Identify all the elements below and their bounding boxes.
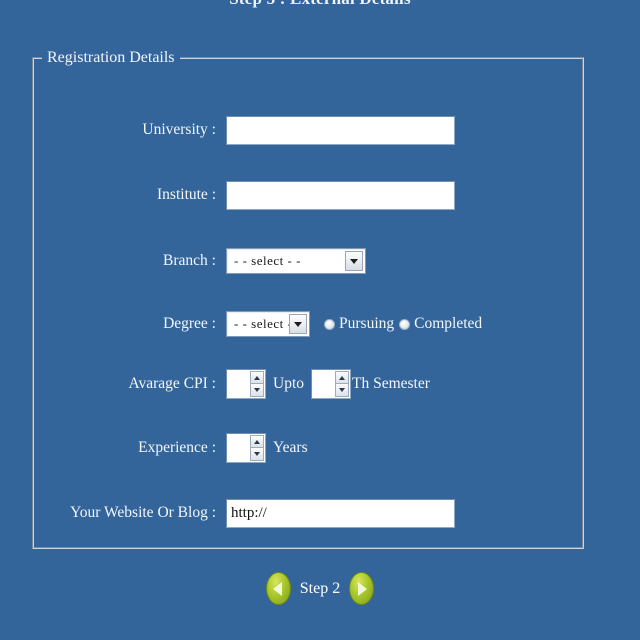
step-indicator-label: Step 2 — [299, 579, 341, 597]
arrow-right-icon — [358, 581, 368, 596]
cpi-spinner[interactable] — [226, 369, 266, 399]
university-input[interactable] — [226, 115, 455, 145]
label-experience: Experience : — [138, 439, 216, 456]
field-branch: - - select - - — [226, 248, 586, 274]
degree-status-radio-group: Pursuing Completed — [324, 315, 482, 333]
page-title: Step 3 : External Details — [0, 0, 640, 9]
field-average-cpi: Upto Th Semester — [226, 369, 586, 399]
cpi-spinner-buttons — [250, 371, 264, 397]
radio-button-icon[interactable] — [399, 318, 411, 330]
degree-select[interactable]: - - select - - — [226, 311, 310, 337]
fieldset-legend: Registration Details — [47, 49, 175, 66]
radio-pursuing-label: Pursuing — [339, 315, 395, 332]
radio-completed[interactable]: Completed — [399, 315, 482, 333]
form-row-university: University : — [34, 115, 586, 145]
form-row-degree: Degree : - - select - - Pursuing Complet… — [34, 309, 586, 339]
chevron-down-icon[interactable] — [345, 251, 363, 271]
radio-completed-label: Completed — [414, 315, 483, 332]
label-average-cpi: Avarage CPI : — [128, 375, 216, 392]
spinner-up-icon[interactable] — [250, 435, 264, 448]
experience-spinner[interactable] — [226, 433, 266, 463]
label-degree: Degree : — [163, 315, 216, 332]
step-navigation: Step 2 — [0, 572, 640, 605]
field-institute — [226, 180, 586, 210]
field-experience: Years — [226, 433, 586, 463]
cpi-input[interactable] — [227, 370, 251, 398]
branch-select-value: - - select - - — [234, 253, 301, 268]
form-row-institute: Institute : — [34, 180, 586, 210]
radio-pursuing[interactable]: Pursuing — [324, 315, 394, 333]
spinner-down-icon[interactable] — [250, 448, 264, 461]
registration-details-fieldset: Registration Details University : Instit… — [32, 49, 584, 549]
experience-spinner-buttons — [250, 435, 264, 461]
experience-suffix-text: Years — [273, 439, 308, 456]
website-input[interactable] — [226, 498, 455, 528]
previous-step-button[interactable] — [265, 572, 291, 605]
spinner-up-icon[interactable] — [250, 371, 264, 384]
next-step-button[interactable] — [349, 572, 375, 605]
field-university — [226, 115, 586, 145]
spinner-up-icon[interactable] — [335, 371, 349, 384]
radio-button-icon[interactable] — [324, 318, 335, 330]
field-website — [226, 498, 586, 528]
semester-input[interactable] — [312, 370, 336, 398]
form-row-branch: Branch : - - select - - — [34, 246, 586, 276]
form-row-website: Your Website Or Blog : — [34, 498, 586, 528]
spinner-down-icon[interactable] — [250, 384, 264, 397]
cpi-upto-text: Upto — [273, 375, 304, 392]
arrow-left-icon — [272, 581, 282, 596]
branch-select[interactable]: - - select - - — [226, 248, 366, 274]
experience-input[interactable] — [227, 434, 251, 462]
semester-spinner-buttons — [335, 371, 349, 397]
semester-spinner[interactable] — [311, 369, 351, 399]
semester-suffix-text: Th Semester — [352, 375, 430, 392]
institute-input[interactable] — [226, 180, 455, 210]
label-institute: Institute : — [157, 186, 216, 203]
form-row-average-cpi: Avarage CPI : Upto Th Semester — [34, 369, 586, 399]
label-university: University : — [142, 121, 216, 138]
label-branch: Branch : — [163, 252, 216, 269]
form-row-experience: Experience : Years — [34, 433, 586, 463]
chevron-down-icon[interactable] — [289, 314, 307, 334]
field-degree: - - select - - Pursuing Completed — [226, 311, 586, 337]
spinner-down-icon[interactable] — [335, 384, 349, 397]
label-website: Your Website Or Blog : — [70, 504, 216, 521]
